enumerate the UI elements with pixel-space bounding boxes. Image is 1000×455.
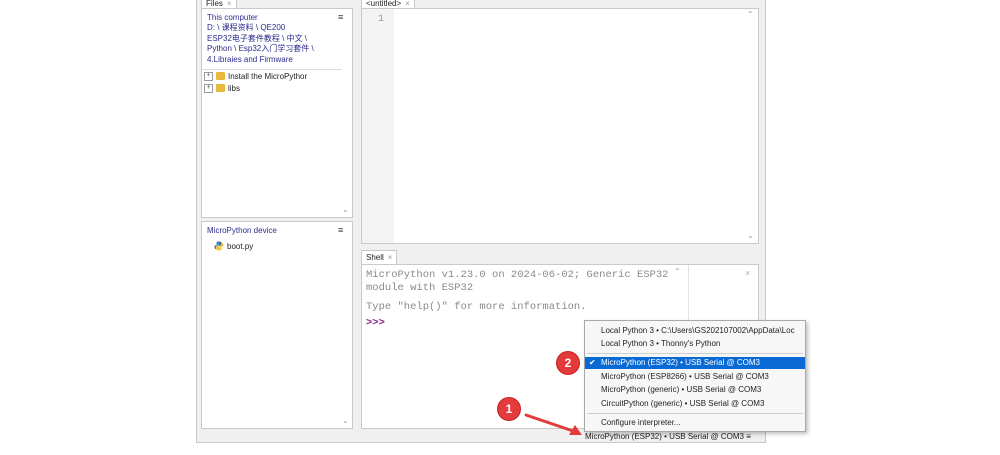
- expand-icon[interactable]: +: [204, 83, 213, 93]
- interpreter-menu: Local Python 3 • C:\Users\GS202107002\Ap…: [584, 320, 806, 432]
- menu-item-label: MicroPython (ESP8266) • USB Serial @ COM…: [601, 372, 769, 381]
- path-line[interactable]: ESP32电子套件教程 \ 中文 \: [207, 34, 314, 45]
- scroll-down-icon[interactable]: ⌄: [747, 231, 754, 240]
- menu-item-label: MicroPython (ESP32) • USB Serial @ COM3: [601, 358, 760, 367]
- menu-item[interactable]: Local Python 3 • Thonny's Python: [585, 338, 805, 350]
- list-item-label: libs: [228, 83, 241, 93]
- menu-item[interactable]: CircuitPython (generic) • USB Serial @ C…: [585, 398, 805, 410]
- menu-item-label: Local Python 3 • C:\Users\GS202107002\Ap…: [601, 326, 795, 335]
- path-line[interactable]: 4.Libraies and Firmware: [207, 55, 314, 66]
- python-file-icon: [214, 241, 224, 251]
- tab-shell-close-icon[interactable]: ×: [388, 253, 393, 262]
- device-panel: MicroPython device ≡ boot.py ⌄: [201, 221, 353, 429]
- device-menu-icon[interactable]: ≡: [338, 225, 343, 235]
- scroll-up-icon[interactable]: ⌃: [674, 267, 681, 276]
- file-tree: + Install the MicroPythor + libs: [204, 70, 344, 94]
- line-number-gutter: 1: [362, 9, 394, 243]
- menu-item[interactable]: MicroPython (generic) • USB Serial @ COM…: [585, 384, 805, 396]
- tab-files-close-icon[interactable]: ×: [227, 0, 232, 8]
- scroll-up-icon[interactable]: ⌃: [747, 10, 754, 19]
- tab-shell-label: Shell: [366, 253, 384, 262]
- path-line[interactable]: Python \ Esp32入门学习套件 \: [207, 44, 314, 55]
- tab-untitled-label: <untitled>: [366, 0, 402, 8]
- list-item[interactable]: + libs: [204, 82, 344, 94]
- menu-item-selected[interactable]: ✔ MicroPython (ESP32) • USB Serial @ COM…: [585, 357, 805, 369]
- menu-item[interactable]: Local Python 3 • C:\Users\GS202107002\Ap…: [585, 325, 805, 337]
- annotation-arrow-icon: [524, 413, 582, 435]
- tab-shell[interactable]: Shell ×: [361, 250, 398, 264]
- files-panel-heading[interactable]: This computer: [207, 13, 258, 22]
- shell-line: module with ESP32: [366, 282, 474, 294]
- step-1-badge: 1: [498, 398, 520, 420]
- step-2-badge: 2: [557, 352, 579, 374]
- list-item[interactable]: boot.py: [214, 240, 253, 252]
- current-path[interactable]: D: \ 课程资料 \ QE200 ESP32电子套件教程 \ 中文 \ Pyt…: [207, 23, 314, 65]
- scroll-down-icon[interactable]: ⌄: [342, 205, 349, 214]
- files-panel: This computer ≡ D: \ 课程资料 \ QE200 ESP32电…: [201, 8, 353, 218]
- device-panel-heading[interactable]: MicroPython device: [207, 226, 277, 235]
- folder-icon: [216, 84, 225, 92]
- interpreter-status-button[interactable]: MicroPython (ESP32) • USB Serial @ COM3 …: [585, 432, 751, 441]
- folder-icon: [216, 72, 225, 80]
- list-item[interactable]: + Install the MicroPythor: [204, 70, 344, 82]
- menu-item-label: CircuitPython (generic) • USB Serial @ C…: [601, 399, 765, 408]
- editor-panel[interactable]: 1 ⌃ ⌄: [361, 8, 759, 244]
- menu-item[interactable]: MicroPython (ESP8266) • USB Serial @ COM…: [585, 371, 805, 383]
- line-number: 1: [378, 14, 385, 25]
- tab-files-label: Files: [206, 0, 223, 8]
- scroll-down-icon[interactable]: ⌄: [342, 416, 349, 425]
- shell-help-line: Type "help()" for more information.: [366, 301, 587, 313]
- shell-line: MicroPython v1.23.0 on 2024-06-02; Gener…: [366, 269, 669, 281]
- menu-item-label: Configure interpreter...: [601, 418, 681, 427]
- menu-item-configure[interactable]: Configure interpreter...: [585, 417, 805, 429]
- menu-separator: [587, 413, 803, 414]
- checkmark-icon: ✔: [589, 358, 596, 367]
- expand-icon[interactable]: +: [204, 71, 213, 81]
- files-menu-icon[interactable]: ≡: [338, 12, 343, 22]
- tab-untitled[interactable]: <untitled> ×: [361, 0, 415, 8]
- list-item-label: boot.py: [227, 241, 254, 251]
- menu-item-label: MicroPython (generic) • USB Serial @ COM…: [601, 385, 762, 394]
- tab-files[interactable]: Files ×: [201, 0, 237, 8]
- menu-item-label: Local Python 3 • Thonny's Python: [601, 339, 721, 348]
- menu-separator: [587, 353, 803, 354]
- path-line[interactable]: D: \ 课程资料 \ QE200: [207, 23, 314, 34]
- tab-untitled-close-icon[interactable]: ×: [405, 0, 410, 8]
- close-icon[interactable]: ×: [745, 268, 750, 278]
- list-item-label: Install the MicroPythor: [228, 71, 308, 81]
